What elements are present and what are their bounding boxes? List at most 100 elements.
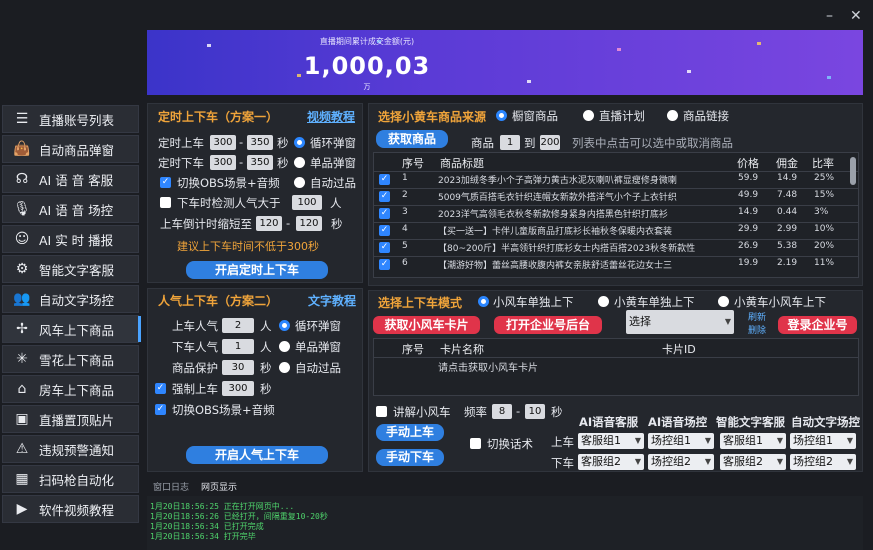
timer-off-min[interactable]: 300 bbox=[210, 155, 236, 170]
minimize-button[interactable]: – bbox=[826, 8, 833, 24]
popularity-tutorial-link[interactable]: 文字教程 bbox=[308, 292, 356, 309]
pop-obs-label: 切换OBS场景+音频 bbox=[172, 403, 275, 417]
timer-detect-value[interactable]: 100 bbox=[292, 195, 322, 210]
pop-force-checkbox[interactable]: ✓ bbox=[155, 383, 166, 394]
pop-loop-popup-radio[interactable] bbox=[279, 320, 290, 331]
sidebar-item-ai-voice-service[interactable]: ☊ AI 语 音 客服 bbox=[2, 165, 139, 193]
table-row[interactable]: ✓ 1 2023加绒冬季小个子高弹力黄古水泥灰喇叭裤显瘦修身微喇 59.9 14… bbox=[374, 171, 858, 187]
pop-on-value[interactable]: 2 bbox=[222, 318, 254, 333]
table-row[interactable]: ✓ 4 【买一送一】卡伴儿童版商品打底衫长袖秋冬保暖内衣套装 29.9 2.99… bbox=[374, 222, 858, 238]
freq-min[interactable]: 8 bbox=[492, 404, 512, 419]
source-window-label: 橱窗商品 bbox=[512, 109, 558, 123]
tab-web-display[interactable]: 网页显示 bbox=[201, 480, 237, 493]
table-row[interactable]: ✓ 5 【80~200斤】半高领针织打底衫女士内搭百搭2023秋冬新款性 26.… bbox=[374, 239, 858, 255]
get-windmill-card-button[interactable]: 获取小风车卡片 bbox=[373, 316, 480, 334]
pop-force-unit: 秒 bbox=[260, 382, 272, 396]
table-row[interactable]: ✓ 3 2023洋气高领毛衣秋冬新款修身紧身内搭黑色针织打底衫 14.9 0.4… bbox=[374, 205, 858, 221]
sidebar-item-product-popup[interactable]: 👜 自动商品弹窗 bbox=[2, 135, 139, 163]
start-timer-button[interactable]: 开启定时上下车 bbox=[186, 261, 328, 279]
rv-icon: ⌂ bbox=[17, 381, 27, 397]
close-button[interactable]: ✕ bbox=[850, 8, 862, 24]
off-text-control-select[interactable]: 场控组2 ▼ bbox=[790, 454, 856, 470]
pop-protect-label: 商品保护 bbox=[172, 361, 218, 375]
on-ai-control-select[interactable]: 场控组1 ▼ bbox=[648, 433, 714, 449]
sidebar-item-ai-broadcast[interactable]: ☺ AI 实 时 播报 bbox=[2, 225, 139, 253]
on-ai-service-select[interactable]: 客服组1 ▼ bbox=[578, 433, 644, 449]
start-popularity-button[interactable]: 开启人气上下车 bbox=[186, 446, 328, 464]
table-scrollbar[interactable] bbox=[850, 157, 856, 185]
popularity-title: 人气上下车（方案二） bbox=[158, 294, 279, 308]
switch-script-checkbox[interactable] bbox=[470, 438, 481, 449]
open-enterprise-backend-button[interactable]: 打开企业号后台 bbox=[494, 316, 602, 334]
pop-obs-checkbox[interactable]: ✓ bbox=[155, 404, 166, 415]
timer-obs-checkbox[interactable]: ✓ bbox=[160, 177, 171, 188]
sidebar-item-windmill[interactable]: ✢ 风车上下商品 bbox=[2, 315, 139, 343]
pop-auto-pass-radio[interactable] bbox=[279, 362, 290, 373]
sidebar-item-scanner[interactable]: ▦ 扫码枪自动化 bbox=[2, 465, 139, 493]
manual-on-button[interactable]: 手动上车 bbox=[376, 424, 444, 441]
timer-detect-checkbox[interactable] bbox=[160, 197, 171, 208]
row-checkbox[interactable]: ✓ bbox=[379, 208, 390, 219]
sidebar-item-pin[interactable]: ▣ 直播置顶贴片 bbox=[2, 405, 139, 433]
table-row[interactable]: ✓ 2 5009气质百搭毛衣针织连帽女新款外搭洋气小个子上衣针织 49.9 7.… bbox=[374, 188, 858, 204]
row-checkbox[interactable]: ✓ bbox=[379, 225, 390, 236]
manual-off-button[interactable]: 手动下车 bbox=[376, 449, 444, 466]
timer-countdown-max[interactable]: 120 bbox=[296, 216, 322, 231]
source-link-radio[interactable] bbox=[667, 110, 678, 121]
row-checkbox[interactable]: ✓ bbox=[379, 174, 390, 185]
explain-windmill-checkbox[interactable] bbox=[376, 406, 387, 417]
timer-loop-popup-radio[interactable] bbox=[294, 137, 305, 148]
mode-both-radio[interactable] bbox=[718, 296, 729, 307]
row-checkbox[interactable]: ✓ bbox=[379, 259, 390, 270]
timer-single-popup-radio[interactable] bbox=[294, 157, 305, 168]
off-ai-service-select[interactable]: 客服组2 ▼ bbox=[578, 454, 644, 470]
scanner-icon: ▦ bbox=[15, 471, 29, 487]
mode-windmill-radio[interactable] bbox=[478, 296, 489, 307]
mode-cart-radio[interactable] bbox=[598, 296, 609, 307]
source-plan-radio[interactable] bbox=[583, 110, 594, 121]
timer-countdown-min[interactable]: 120 bbox=[256, 216, 282, 231]
range-to[interactable]: 200 bbox=[540, 135, 560, 150]
off-ai-control-select[interactable]: 场控组2 ▼ bbox=[648, 454, 714, 470]
on-text-service-select[interactable]: 客服组1 ▼ bbox=[720, 433, 786, 449]
on-text-control-select[interactable]: 场控组1 ▼ bbox=[790, 433, 856, 449]
col-price: 价格 bbox=[737, 157, 759, 170]
off-text-service-select[interactable]: 客服组2 ▼ bbox=[720, 454, 786, 470]
pop-protect-value[interactable]: 30 bbox=[222, 360, 254, 375]
login-enterprise-button[interactable]: 登录企业号 bbox=[778, 316, 857, 334]
source-window-radio[interactable] bbox=[496, 110, 507, 121]
timer-on-min[interactable]: 300 bbox=[210, 135, 236, 150]
table-row[interactable]: 请点击获取小风车卡片 bbox=[374, 357, 858, 374]
account-select[interactable]: 选择 ▼ bbox=[626, 310, 734, 334]
product-table: 序号 商品标题 价格 佣金 比率 ✓ 1 2023加绒冬季小个子高弹力黄古水泥灰… bbox=[373, 152, 859, 278]
timer-auto-pass-radio[interactable] bbox=[294, 177, 305, 188]
table-row[interactable]: ✓ 6 【潮游好物】蕾丝高腰收腹内裤女亲肤舒适蕾丝花边女士三 19.9 2.19… bbox=[374, 256, 858, 272]
pop-loop-popup-label: 循环弹窗 bbox=[295, 319, 341, 333]
tab-window-log[interactable]: 窗口日志 bbox=[153, 480, 189, 493]
sidebar-item-video[interactable]: ▶ 软件视频教程 bbox=[2, 495, 139, 523]
banner-amount: 1,000,03 bbox=[303, 52, 431, 80]
timer-on-max[interactable]: 350 bbox=[247, 135, 273, 150]
refresh-link[interactable]: 刷新 bbox=[748, 310, 766, 323]
sidebar-item-text-service[interactable]: ⚙ 智能文字客服 bbox=[2, 255, 139, 283]
sidebar-item-snowflake[interactable]: ✳ 雪花上下商品 bbox=[2, 345, 139, 373]
sidebar-item-rv[interactable]: ⌂ 房车上下商品 bbox=[2, 375, 139, 403]
row-checkbox[interactable]: ✓ bbox=[379, 191, 390, 202]
freq-max[interactable]: 10 bbox=[525, 404, 545, 419]
on-row-label: 上车 bbox=[551, 435, 574, 449]
pop-single-popup-radio[interactable] bbox=[279, 341, 290, 352]
sidebar-item-warning[interactable]: ⚠ 违规预警通知 bbox=[2, 435, 139, 463]
fetch-products-button[interactable]: 获取商品 bbox=[376, 130, 448, 148]
range-label: 商品 bbox=[471, 136, 494, 150]
timer-off-max[interactable]: 350 bbox=[247, 155, 273, 170]
timer-tutorial-link[interactable]: 视频教程 bbox=[307, 108, 355, 125]
sidebar-item-ai-voice-control[interactable]: 🎙 AI 语 音 场控 bbox=[2, 195, 139, 223]
delete-link[interactable]: 删除 bbox=[748, 323, 766, 336]
pop-force-label: 强制上车 bbox=[172, 382, 218, 396]
range-from[interactable]: 1 bbox=[500, 135, 520, 150]
pop-force-value[interactable]: 300 bbox=[222, 381, 254, 396]
pop-off-value[interactable]: 1 bbox=[222, 339, 254, 354]
sidebar-item-accounts[interactable]: ☰ 直播账号列表 bbox=[2, 105, 139, 133]
sidebar-item-text-control[interactable]: 👥 自动文字场控 bbox=[2, 285, 139, 313]
row-checkbox[interactable]: ✓ bbox=[379, 242, 390, 253]
